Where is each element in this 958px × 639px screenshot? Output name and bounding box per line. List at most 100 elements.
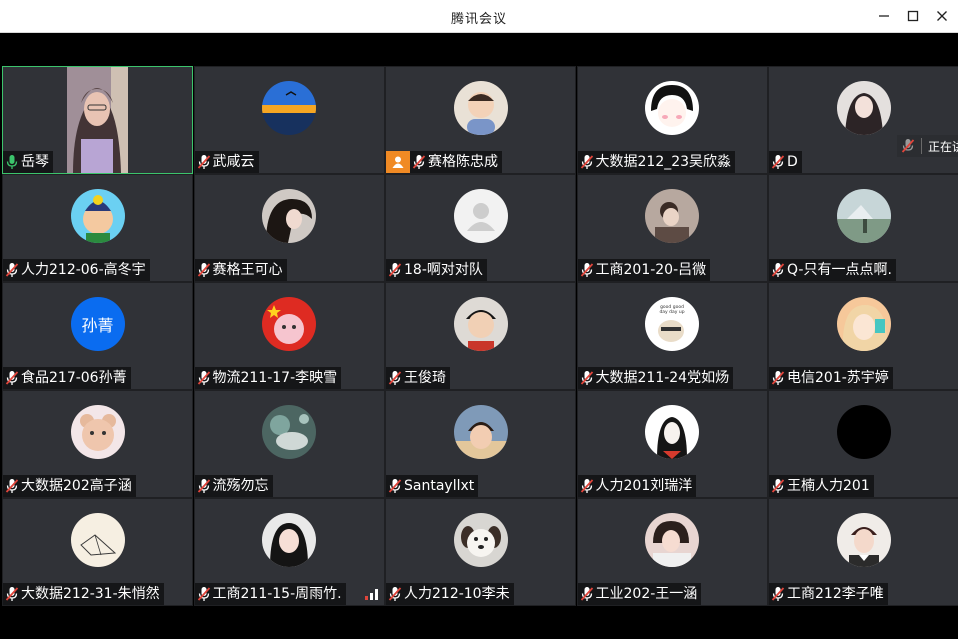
participant-tile[interactable]: 赛格王可心: [193, 174, 385, 282]
avatar: [836, 513, 891, 567]
minimize-button[interactable]: [871, 5, 897, 27]
name-plate: 人力212-06-高冬宇: [3, 259, 150, 281]
participant-name: D: [787, 154, 798, 170]
participant-name: 人力201刘瑞洋: [595, 478, 693, 494]
name-plate: 18-啊对对队: [386, 259, 487, 281]
participant-tile[interactable]: 大数据212-31-朱悄然: [2, 498, 193, 606]
name-plate: 大数据212_23吴欣淼: [577, 151, 736, 173]
mic-muted-icon: [580, 371, 593, 385]
mic-muted-icon: [580, 479, 593, 493]
name-plate: 王楠人力201: [769, 475, 874, 497]
name-plate: 工业202-王一涵: [577, 583, 702, 605]
mic-muted-icon: [197, 155, 210, 169]
mic-muted-icon: [388, 587, 402, 601]
participant-name: 人力212-06-高冬宇: [21, 262, 146, 278]
avatar: good good day day up: [645, 297, 699, 351]
participant-name: 赛格王可心: [212, 262, 283, 278]
participant-tile[interactable]: 岳琴: [2, 66, 193, 174]
name-plate: 武咸云: [194, 151, 259, 173]
participant-name: 电信201-苏宇婷: [787, 370, 889, 386]
host-badge: [386, 151, 410, 173]
participant-tile[interactable]: good good day day up 大数据211-24党如炀: [576, 282, 768, 390]
name-plate: Q-只有一点点啊.: [769, 259, 896, 281]
mic-muted-icon: [388, 371, 402, 385]
participant-tile[interactable]: 人力212-06-高冬宇: [2, 174, 193, 282]
participant-tile[interactable]: 大数据212_23吴欣淼: [576, 66, 768, 174]
participant-tile[interactable]: 人力201刘瑞洋: [576, 390, 768, 498]
participant-tile[interactable]: 工商212李子唯: [768, 498, 958, 606]
name-plate: 人力201刘瑞洋: [577, 475, 697, 497]
maximize-button[interactable]: [900, 5, 926, 27]
mic-muted-icon: [197, 479, 210, 493]
name-plate: 工商212李子唯: [769, 583, 888, 605]
participant-name: 赛格陈忠成: [428, 154, 498, 170]
mic-muted-icon: [771, 587, 785, 601]
name-plate: 电信201-苏宇婷: [769, 367, 893, 389]
avatar: [453, 189, 508, 243]
name-plate: D: [769, 151, 802, 173]
participant-name: 工业202-王一涵: [595, 586, 698, 602]
avatar: [645, 513, 699, 567]
mic-muted-icon: [580, 587, 593, 601]
avatar-initials: 孙菁: [70, 297, 125, 351]
avatar: [836, 81, 891, 135]
participant-tile[interactable]: 物流211-17-李映雪: [193, 282, 385, 390]
avatar: 孙菁: [70, 297, 125, 351]
participant-tile[interactable]: 王俊琦: [385, 282, 576, 390]
participant-tile[interactable]: 工商201-20-吕微: [576, 174, 768, 282]
mic-muted-icon: [197, 263, 210, 277]
participant-tile[interactable]: 王楠人力201: [768, 390, 958, 498]
participant-name: 大数据211-24党如炀: [595, 370, 730, 386]
name-plate: 岳琴: [3, 151, 53, 173]
participant-name: Santayllxt: [404, 478, 475, 494]
minimize-icon: [879, 15, 889, 17]
avatar: [262, 405, 316, 459]
mic-muted-icon: [388, 479, 402, 493]
participant-name: 王俊琦: [404, 370, 446, 386]
participant-name: 武咸云: [212, 154, 255, 170]
name-plate: 物流211-17-李映雪: [194, 367, 342, 389]
participant-tile[interactable]: 18-啊对对队: [385, 174, 576, 282]
participant-tile[interactable]: 武咸云: [193, 66, 385, 174]
name-plate: 赛格陈忠成: [410, 151, 502, 173]
svg-text:day day up: day day up: [659, 309, 684, 315]
participant-name: 人力212-10李未: [404, 586, 510, 602]
participant-tile[interactable]: D 正在讲: [768, 66, 958, 174]
speaking-indicator: 正在讲: [897, 135, 958, 157]
name-plate: 赛格王可心: [194, 259, 287, 281]
mic-muted-icon: [771, 155, 785, 169]
speaking-text: 正在讲: [928, 139, 958, 154]
participant-name: 物流211-17-李映雪: [212, 370, 338, 386]
participant-tile[interactable]: 赛格陈忠成: [385, 66, 576, 174]
mic-muted-icon: [771, 263, 785, 277]
avatar: [262, 513, 316, 567]
mic-muted-icon: [580, 263, 593, 277]
host-icon: [392, 156, 404, 168]
participant-tile[interactable]: 人力212-10李未: [385, 498, 576, 606]
name-plate: 人力212-10李未: [386, 583, 514, 605]
avatar: [453, 297, 508, 351]
participant-tile[interactable]: Santayllxt: [385, 390, 576, 498]
mic-muted-icon: [771, 371, 785, 385]
avatar: [453, 405, 508, 459]
participant-name: 工商201-20-吕微: [595, 262, 707, 278]
participant-tile[interactable]: 孙菁 食品217-06孙菁: [2, 282, 193, 390]
participant-tile[interactable]: 工商211-15-周雨竹.: [193, 498, 385, 606]
participant-name: 流殇勿忘: [212, 478, 269, 494]
participant-tile[interactable]: 大数据202高子涵: [2, 390, 193, 498]
participant-tile[interactable]: 流殇勿忘: [193, 390, 385, 498]
participant-tile[interactable]: Q-只有一点点啊.: [768, 174, 958, 282]
mic-muted-icon: [412, 155, 426, 169]
divider: [921, 138, 922, 154]
avatar: [836, 405, 891, 459]
name-plate: 大数据211-24党如炀: [577, 367, 734, 389]
participant-name: 大数据212-31-朱悄然: [21, 586, 160, 602]
avatar: [645, 405, 699, 459]
avatar: [70, 189, 125, 243]
close-button[interactable]: [929, 5, 955, 27]
avatar: [70, 513, 125, 567]
name-plate: 工商201-20-吕微: [577, 259, 711, 281]
participant-tile[interactable]: 电信201-苏宇婷: [768, 282, 958, 390]
mic-muted-icon: [197, 587, 210, 601]
participant-tile[interactable]: 工业202-王一涵: [576, 498, 768, 606]
